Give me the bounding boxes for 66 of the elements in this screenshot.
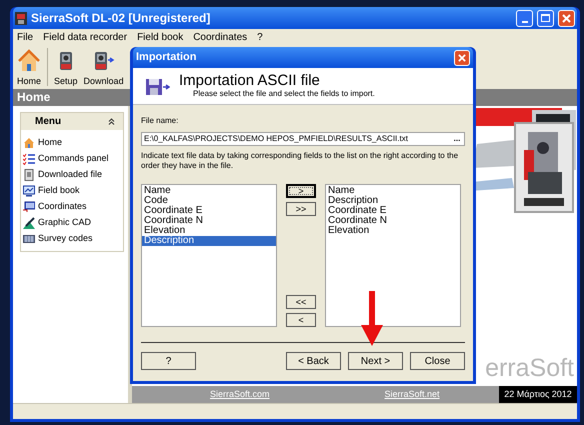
next-button[interactable]: Next > [348,352,403,370]
grid-icon [23,201,35,213]
sidebar-item[interactable]: Home [38,136,62,150]
file-path-field[interactable]: E:\0_KALFAS\PROJECTS\DEMO HEPOS_PMFIELD\RESULTS_ASCII.txt ... [141,132,465,146]
toolbar-button[interactable]: Download [84,49,124,86]
list-item[interactable]: Coordinate E [142,206,276,216]
list-item[interactable]: Coordinate N [326,216,460,226]
sidebar-item[interactable]: Field book [38,184,80,198]
menu-panel-title: Menu [34,115,62,129]
house-icon [18,49,40,73]
transfer-button[interactable]: >> [286,202,316,216]
transfer-button[interactable]: < [286,313,316,327]
menu-item[interactable]: Coordinates [193,30,248,44]
sidebar-item[interactable]: Graphic CAD [38,216,92,230]
menu-item[interactable]: ? [257,30,263,44]
collapse-icon[interactable] [108,118,115,125]
table-icon [23,233,35,245]
close-dialog-button[interactable]: Close [410,352,465,370]
available-fields-list[interactable]: Name Code Coordinate E Coordinate N Elevation Description [141,184,277,327]
sidebar-item[interactable]: Survey codes [38,232,93,246]
list-item[interactable]: Code [142,196,276,206]
back-button[interactable]: < Back [286,352,341,370]
menu-item[interactable]: File [17,30,34,44]
browse-button[interactable]: ... [450,133,464,145]
list-item[interactable]: Coordinate N [142,216,276,226]
close-icon [562,14,571,22]
dialog-subtitle: Please select the file and select the fields to import. [192,89,375,99]
instructions-text: Indicate text file data by taking corresponding fields to the list on the right according to the order they have in the file. [141,151,460,171]
menu-item[interactable]: Field data recorder [43,30,128,44]
list-item[interactable]: Name [142,186,276,196]
file-name-label: File name: [141,116,180,126]
toolbar-button[interactable]: Setup [54,49,78,86]
list-item[interactable]: Name [326,186,460,196]
drawing-icon [23,217,35,229]
annotation-arrow [361,291,383,346]
dialog-heading: Importation ASCII file [179,73,321,89]
transfer-button[interactable]: > [286,184,316,198]
dialog-title: Importation [136,50,198,66]
maximize-button[interactable] [537,10,554,26]
toolbar-button[interactable]: Home [17,49,42,86]
chosen-fields-list[interactable]: Name Description Coordinate E Coordinate N Elevation [325,184,461,327]
close-button[interactable] [558,10,575,26]
monitor-icon [23,185,35,197]
close-icon [458,54,466,62]
list-item[interactable]: Description [142,236,276,246]
sidebar-item[interactable]: Coordinates [38,200,87,214]
logo-text: erraSoft [485,354,574,382]
list-item[interactable]: Elevation [142,226,276,236]
help-button[interactable]: ? [141,352,196,370]
floppy-disk-arrow-icon [146,77,170,97]
house-icon [23,137,35,149]
transfer-button[interactable]: << [286,295,316,309]
window-title: SierraSoft DL-02 [Unregistered] [31,10,212,27]
checklist-icon [23,153,35,165]
document-icon [23,169,35,181]
app-icon [15,12,27,24]
list-item[interactable]: Description [326,196,460,206]
sidebar-item[interactable]: Commands panel [38,152,109,166]
close-button[interactable] [454,50,470,66]
date-label: 22 Μάρτιος 2012 [499,386,577,403]
list-item[interactable]: Coordinate E [326,206,460,216]
sidebar-item[interactable]: Downloaded file [38,168,102,182]
instrument-arrow-icon [92,49,115,73]
menu-item[interactable]: Field book [137,30,184,44]
list-item[interactable]: Elevation [326,226,460,236]
minimize-button[interactable] [516,10,533,26]
